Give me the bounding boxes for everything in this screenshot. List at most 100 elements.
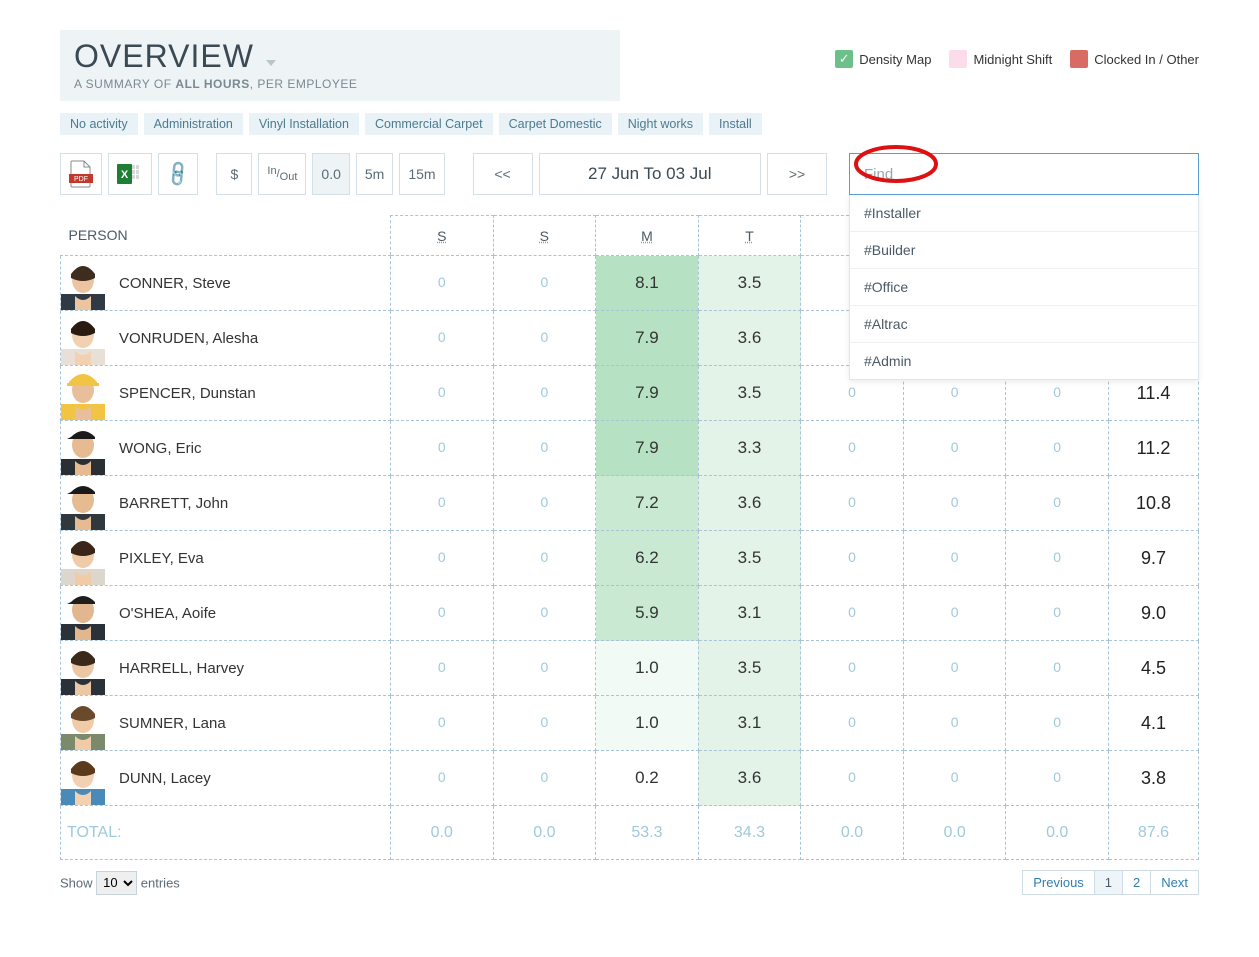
person-cell[interactable]: O'SHEA, Aoife — [61, 586, 391, 641]
filter-tag[interactable]: Administration — [144, 113, 243, 135]
person-cell[interactable]: PIXLEY, Eva — [61, 531, 391, 586]
search-suggestion[interactable]: #Builder — [850, 232, 1198, 269]
currency-toggle[interactable]: $ — [216, 153, 252, 195]
hours-cell[interactable]: 0 — [391, 311, 494, 366]
filter-tag[interactable]: Carpet Domestic — [499, 113, 612, 135]
share-link-button[interactable]: 🔗 — [158, 153, 198, 195]
day-column-header[interactable]: S — [391, 216, 494, 256]
hours-cell[interactable]: 0 — [801, 531, 904, 586]
next-week-button[interactable]: >> — [767, 153, 827, 195]
hours-cell[interactable]: 0 — [493, 696, 596, 751]
hours-cell[interactable]: 3.1 — [698, 586, 801, 641]
hours-cell[interactable]: 0 — [903, 531, 1006, 586]
prev-week-button[interactable]: << — [473, 153, 533, 195]
search-suggestion[interactable]: #Altrac — [850, 306, 1198, 343]
chevron-down-icon[interactable] — [266, 60, 276, 66]
person-cell[interactable]: WONG, Eric — [61, 421, 391, 476]
hours-cell[interactable]: 0 — [801, 421, 904, 476]
table-row[interactable]: BARRETT, John007.23.600010.8 — [61, 476, 1199, 531]
hours-cell[interactable]: 1.0 — [596, 696, 699, 751]
hours-cell[interactable]: 0 — [801, 586, 904, 641]
hours-cell[interactable]: 7.2 — [596, 476, 699, 531]
person-cell[interactable]: CONNER, Steve — [61, 256, 391, 311]
day-column-header[interactable]: M — [596, 216, 699, 256]
round-5m-button[interactable]: 5m — [356, 153, 393, 195]
page-button[interactable]: 2 — [1122, 870, 1151, 895]
table-row[interactable]: SUMNER, Lana001.03.10004.1 — [61, 696, 1199, 751]
hours-cell[interactable]: 0 — [1006, 641, 1109, 696]
hours-cell[interactable]: 0 — [493, 366, 596, 421]
hours-cell[interactable]: 0 — [1006, 531, 1109, 586]
hours-cell[interactable]: 7.9 — [596, 421, 699, 476]
person-cell[interactable]: SPENCER, Dunstan — [61, 366, 391, 421]
hours-cell[interactable]: 0 — [391, 366, 494, 421]
hours-cell[interactable]: 3.6 — [698, 751, 801, 806]
hours-cell[interactable]: 0 — [801, 751, 904, 806]
hours-cell[interactable]: 0 — [1006, 751, 1109, 806]
day-column-header[interactable]: T — [698, 216, 801, 256]
page-button[interactable]: 1 — [1094, 870, 1123, 895]
hours-cell[interactable]: 0 — [1006, 476, 1109, 531]
export-excel-button[interactable]: X — [108, 153, 152, 195]
export-pdf-button[interactable]: PDF — [60, 153, 102, 195]
search-suggestion[interactable]: #Office — [850, 269, 1198, 306]
day-column-header[interactable]: S — [493, 216, 596, 256]
search-suggestion[interactable]: #Admin — [850, 343, 1198, 379]
hours-cell[interactable]: 0 — [903, 696, 1006, 751]
hours-cell[interactable]: 0 — [391, 696, 494, 751]
hours-cell[interactable]: 3.6 — [698, 311, 801, 366]
hours-cell[interactable]: 0 — [493, 421, 596, 476]
table-row[interactable]: DUNN, Lacey000.23.60003.8 — [61, 751, 1199, 806]
filter-tag[interactable]: Vinyl Installation — [249, 113, 359, 135]
hours-cell[interactable]: 0 — [391, 421, 494, 476]
hours-cell[interactable]: 3.5 — [698, 641, 801, 696]
hours-cell[interactable]: 0 — [391, 751, 494, 806]
hours-cell[interactable]: 0 — [493, 751, 596, 806]
hours-cell[interactable]: 0.2 — [596, 751, 699, 806]
hours-cell[interactable]: 0 — [493, 311, 596, 366]
person-cell[interactable]: HARRELL, Harvey — [61, 641, 391, 696]
hours-cell[interactable]: 0 — [903, 751, 1006, 806]
hours-cell[interactable]: 0 — [903, 586, 1006, 641]
hours-cell[interactable]: 0 — [391, 641, 494, 696]
filter-tag[interactable]: Install — [709, 113, 762, 135]
date-range[interactable]: 27 Jun To 03 Jul — [539, 153, 761, 195]
hours-cell[interactable]: 0 — [1006, 696, 1109, 751]
hours-cell[interactable]: 6.2 — [596, 531, 699, 586]
table-row[interactable]: WONG, Eric007.93.300011.2 — [61, 421, 1199, 476]
hours-cell[interactable]: 0 — [801, 641, 904, 696]
hours-cell[interactable]: 3.5 — [698, 366, 801, 421]
table-row[interactable]: HARRELL, Harvey001.03.50004.5 — [61, 641, 1199, 696]
hours-cell[interactable]: 0 — [391, 531, 494, 586]
page-button[interactable]: Next — [1150, 870, 1199, 895]
table-row[interactable]: O'SHEA, Aoife005.93.10009.0 — [61, 586, 1199, 641]
hours-cell[interactable]: 0 — [493, 586, 596, 641]
decimal-toggle[interactable]: 0.0 — [312, 153, 349, 195]
hours-cell[interactable]: 0 — [493, 256, 596, 311]
hours-cell[interactable]: 3.6 — [698, 476, 801, 531]
hours-cell[interactable]: 0 — [493, 531, 596, 586]
hours-cell[interactable]: 5.9 — [596, 586, 699, 641]
hours-cell[interactable]: 0 — [903, 641, 1006, 696]
person-cell[interactable]: DUNN, Lacey — [61, 751, 391, 806]
hours-cell[interactable]: 0 — [493, 641, 596, 696]
hours-cell[interactable]: 3.1 — [698, 696, 801, 751]
hours-cell[interactable]: 1.0 — [596, 641, 699, 696]
hours-cell[interactable]: 8.1 — [596, 256, 699, 311]
search-input[interactable] — [849, 153, 1199, 195]
hours-cell[interactable]: 0 — [391, 476, 494, 531]
person-cell[interactable]: BARRETT, John — [61, 476, 391, 531]
hours-cell[interactable]: 0 — [1006, 421, 1109, 476]
hours-cell[interactable]: 3.5 — [698, 256, 801, 311]
round-15m-button[interactable]: 15m — [399, 153, 444, 195]
filter-tag[interactable]: No activity — [60, 113, 138, 135]
hours-cell[interactable]: 0 — [391, 586, 494, 641]
person-cell[interactable]: VONRUDEN, Alesha — [61, 311, 391, 366]
hours-cell[interactable]: 0 — [391, 256, 494, 311]
hours-cell[interactable]: 3.5 — [698, 531, 801, 586]
inout-toggle[interactable]: In/Out — [258, 153, 306, 195]
search-suggestion[interactable]: #Installer — [850, 195, 1198, 232]
hours-cell[interactable]: 7.9 — [596, 311, 699, 366]
hours-cell[interactable]: 0 — [903, 421, 1006, 476]
hours-cell[interactable]: 0 — [801, 476, 904, 531]
